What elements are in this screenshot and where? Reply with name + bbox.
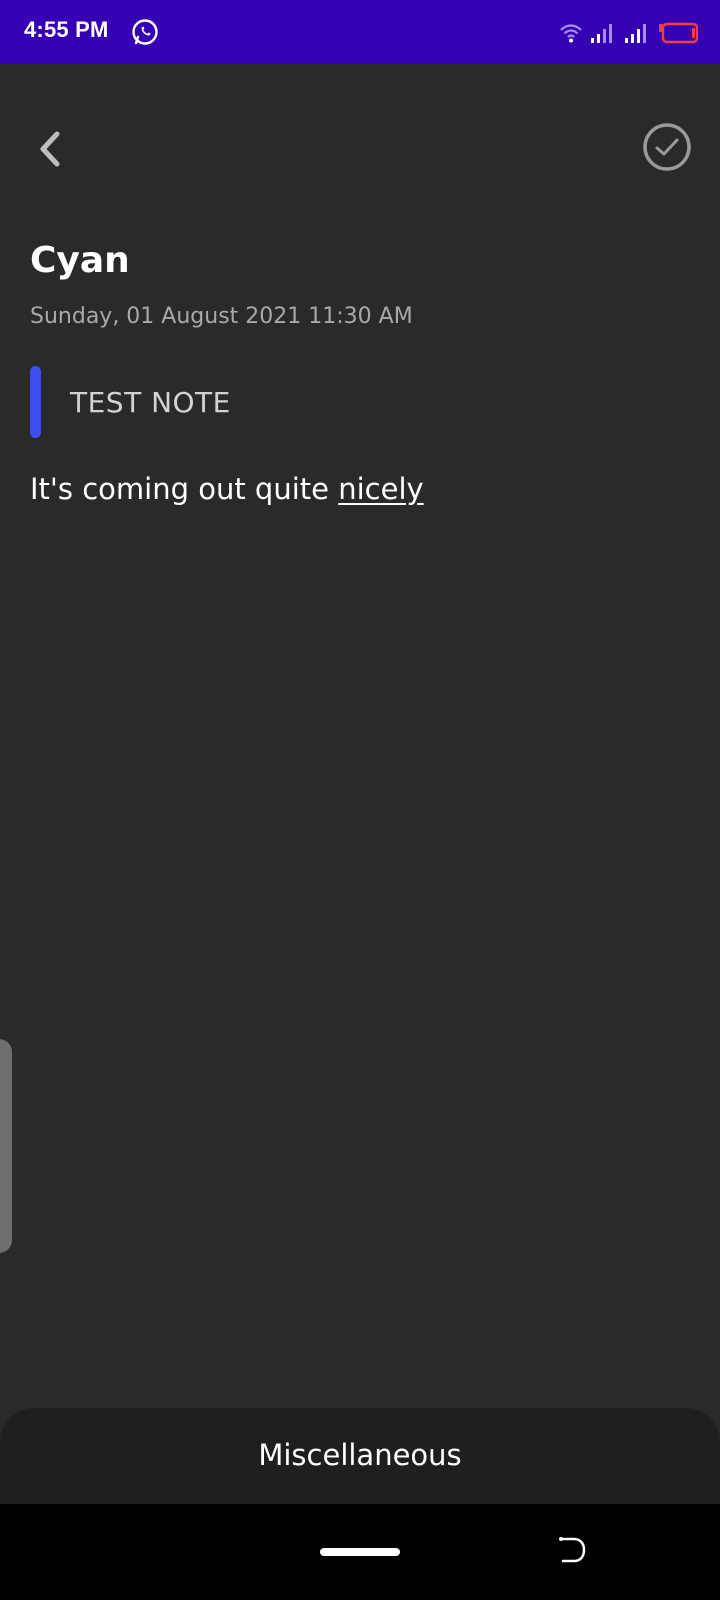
note-body[interactable]: It's coming out quite nicely xyxy=(30,472,424,506)
note-subtitle[interactable]: TEST NOTE xyxy=(70,386,231,419)
note-body-text: It's coming out quite xyxy=(30,472,339,506)
category-label[interactable]: Miscellaneous xyxy=(0,1438,720,1472)
status-time: 4:55 PM xyxy=(24,17,109,42)
navigation-bar xyxy=(0,1504,720,1600)
accent-bar xyxy=(30,366,41,438)
status-icons xyxy=(560,18,698,48)
wifi-icon xyxy=(560,24,582,43)
signal-icon xyxy=(625,24,646,43)
note-title[interactable]: Cyan xyxy=(30,240,130,281)
chevron-left-icon xyxy=(40,131,60,167)
note-detail-screen: Cyan Sunday, 01 August 2021 11:30 AM TES… xyxy=(0,64,720,1520)
home-pill-icon[interactable] xyxy=(320,1548,400,1556)
whatsapp-icon xyxy=(132,19,158,45)
note-date: Sunday, 01 August 2021 11:30 AM xyxy=(30,304,413,329)
signal-icon xyxy=(591,24,612,43)
battery-low-icon xyxy=(659,22,698,44)
check-circle-icon[interactable] xyxy=(642,122,692,172)
back-button[interactable] xyxy=(30,124,70,174)
back-gesture-icon[interactable] xyxy=(556,1534,588,1566)
side-drawer-handle[interactable] xyxy=(0,1039,12,1253)
note-subtitle-row: TEST NOTE xyxy=(30,366,231,438)
status-bar: 4:55 PM xyxy=(0,0,720,64)
note-body-underlined-text: nicely xyxy=(338,472,424,506)
